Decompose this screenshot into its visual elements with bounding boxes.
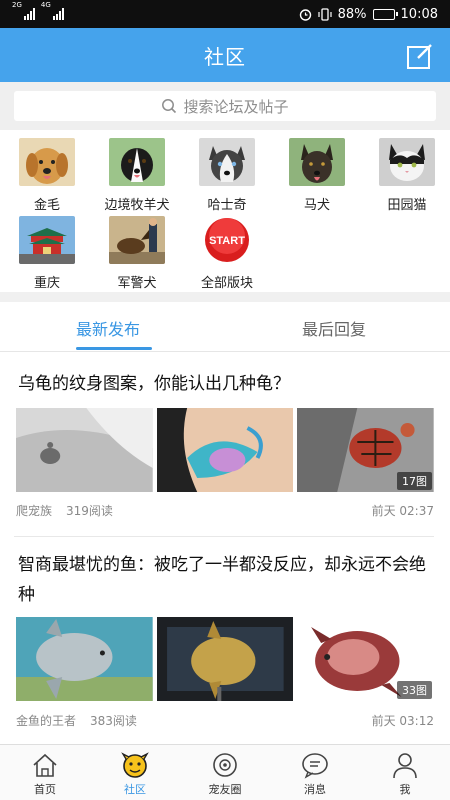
nav-item-profile[interactable]: 我: [360, 745, 450, 800]
vibrate-icon: [318, 7, 332, 21]
forum-label: 哈士奇: [207, 198, 247, 213]
start-badge-text: START: [209, 235, 245, 247]
post-author[interactable]: 爬宠族: [16, 502, 52, 519]
app-header: 社区: [0, 28, 450, 82]
search-placeholder: 搜索论坛及帖子: [183, 97, 289, 116]
message-icon: [302, 753, 328, 779]
forum-label: 全部版块: [200, 276, 253, 291]
bottom-nav: 首页 社区 宠友圈 消息 我: [0, 744, 450, 800]
start-button-image: START: [199, 216, 255, 264]
post-card-sunfish[interactable]: 智商最堪忧的鱼：被吃了一半都没反应，却永远不会绝种 33图 金鱼的王者 383阅…: [0, 537, 450, 742]
chongqing-image: [19, 216, 75, 264]
nav-label: 我: [399, 783, 411, 796]
home-icon: [33, 753, 57, 777]
post-meta: 爬宠族 319阅读 前天 02:37: [16, 502, 434, 519]
nav-item-messages[interactable]: 消息: [270, 745, 360, 800]
cat-image: [379, 138, 435, 186]
search-icon: [162, 99, 177, 114]
pet-circle-icon: [213, 753, 237, 777]
post-time: 前天 03:12: [371, 714, 434, 728]
post-author[interactable]: 金鱼的王者: [16, 712, 76, 729]
network-label-2: 4G: [40, 1, 51, 9]
post-title[interactable]: 智商最堪忧的鱼：被吃了一半都没反应，却永远不会绝种: [18, 550, 432, 610]
image-count-badge: 17图: [397, 472, 433, 490]
post-title[interactable]: 乌龟的纹身图案，你能认出几种龟？: [18, 369, 432, 399]
clock: 10:08: [400, 6, 438, 22]
post-image-3[interactable]: 33图: [297, 617, 435, 701]
nav-label: 社区: [124, 783, 146, 796]
forum-label: 重庆: [33, 276, 60, 291]
forum-grid: 金毛 边境牧羊犬 哈士奇 马犬 田园猫 重庆 军警犬 START 全部版块: [0, 130, 450, 292]
page-title: 社区: [204, 44, 246, 69]
nav-label: 消息: [304, 783, 326, 796]
forum-label: 军警犬: [117, 276, 157, 291]
nav-item-pet-circle[interactable]: 宠友圈: [180, 745, 270, 800]
forum-item-cat[interactable]: 田园猫: [362, 138, 450, 213]
forum-item-husky[interactable]: 哈士奇: [182, 138, 272, 213]
status-bar: 2G 4G 88% 10:08: [0, 0, 450, 28]
forum-item-all-sections[interactable]: START 全部版块: [182, 216, 272, 291]
post-tabs: 最新发布 最后回复: [0, 302, 450, 352]
forum-item-chongqing[interactable]: 重庆: [2, 216, 92, 291]
nav-item-community[interactable]: 社区: [90, 745, 180, 800]
network-label-1: 2G: [12, 1, 22, 9]
post-views: 383阅读: [90, 714, 137, 728]
post-image-1[interactable]: [16, 617, 153, 701]
image-count-badge: 33图: [397, 681, 433, 699]
post-image-2[interactable]: [156, 408, 294, 492]
nav-label: 首页: [34, 783, 56, 796]
forum-item-malinois[interactable]: 马犬: [272, 138, 362, 213]
golden-retriever-image: [19, 138, 75, 186]
post-card-turtle[interactable]: 乌龟的纹身图案，你能认出几种龟？ 17图 爬宠族 319阅读 前天 02:37: [0, 352, 450, 536]
search-area: 搜索论坛及帖子: [0, 82, 450, 130]
tab-latest[interactable]: 最新发布: [76, 316, 140, 340]
battery-percent: 88%: [337, 6, 367, 22]
tab-last-reply[interactable]: 最后回复: [302, 316, 366, 340]
forum-label: 田园猫: [387, 198, 427, 213]
signal-icon-2: [52, 8, 64, 20]
malinois-image: [289, 138, 345, 186]
compose-icon[interactable]: [406, 42, 434, 70]
nav-label: 宠友圈: [208, 783, 242, 796]
forum-item-police-dog[interactable]: 军警犬: [92, 216, 182, 291]
community-icon: [121, 752, 149, 778]
profile-icon: [393, 753, 417, 779]
forum-label: 金毛: [33, 198, 60, 213]
post-time: 前天 02:37: [371, 504, 434, 518]
border-collie-image: [109, 138, 165, 186]
battery-icon: [372, 8, 398, 20]
post-image-1[interactable]: [16, 408, 153, 492]
post-views: 319阅读: [66, 504, 113, 518]
forum-label: 边境牧羊犬: [104, 198, 170, 213]
post-images: 17图: [16, 408, 435, 492]
forum-item-border-collie[interactable]: 边境牧羊犬: [92, 138, 182, 213]
police-dog-image: [109, 216, 165, 264]
husky-image: [199, 138, 255, 186]
tab-active-indicator: [76, 347, 152, 350]
nav-item-home[interactable]: 首页: [0, 745, 90, 800]
forum-label: 马犬: [303, 198, 330, 213]
search-input[interactable]: 搜索论坛及帖子: [14, 91, 436, 121]
post-meta: 金鱼的王者 383阅读 前天 03:12: [16, 712, 434, 729]
forum-item-golden-retriever[interactable]: 金毛: [2, 138, 92, 213]
signal-icon: [23, 8, 35, 20]
alarm-icon: [299, 8, 311, 21]
post-image-3[interactable]: 17图: [297, 408, 435, 492]
post-images: 33图: [16, 617, 435, 701]
post-image-2[interactable]: [156, 617, 294, 701]
section-gap: [0, 292, 450, 302]
